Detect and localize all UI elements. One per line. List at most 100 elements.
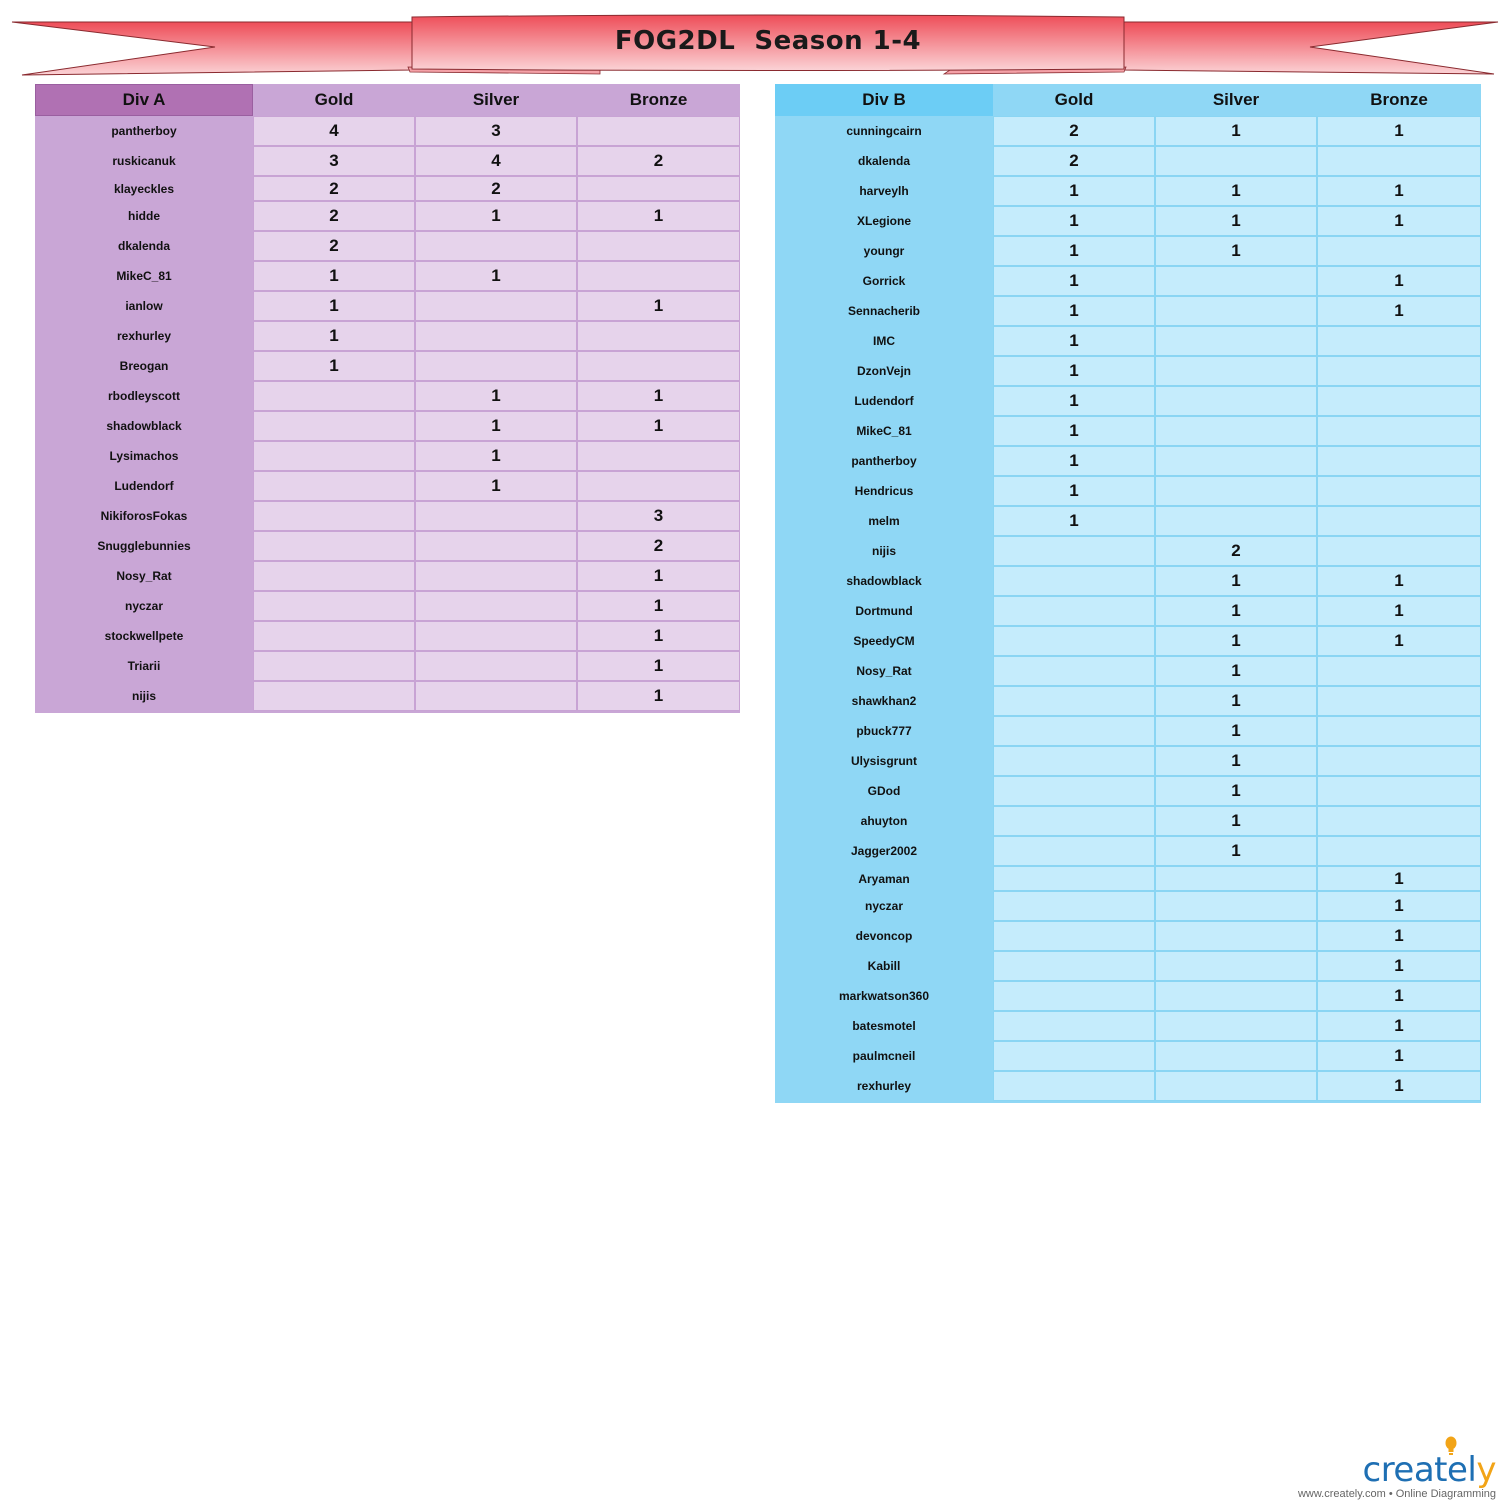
player-name-cell: MikeC_81 xyxy=(775,416,993,446)
player-name-cell: shadowblack xyxy=(35,411,253,441)
silver-count-cell xyxy=(415,501,577,531)
player-name-cell: cunningcairn xyxy=(775,116,993,146)
table-row: Ludendorf 1 xyxy=(35,471,740,501)
gold-count-cell: 1 xyxy=(993,476,1155,506)
table-row: shadowblack 1 1 xyxy=(35,411,740,441)
table-row: hidde 2 1 1 xyxy=(35,201,740,231)
gold-count-cell xyxy=(253,441,415,471)
gold-count-cell xyxy=(253,501,415,531)
table-body: cunningcairn 2 1 1 dkalenda 2 harveylh 1 1 1 XLegi… xyxy=(775,116,1481,1101)
silver-count-cell: 1 xyxy=(1155,656,1317,686)
player-name-cell: Ludendorf xyxy=(35,471,253,501)
player-name-cell: stockwellpete xyxy=(35,621,253,651)
bronze-count-cell xyxy=(577,321,740,351)
table-row: Aryaman 1 xyxy=(775,866,1481,891)
player-name-cell: Aryaman xyxy=(775,866,993,891)
bronze-count-cell xyxy=(1317,446,1481,476)
gold-count-cell xyxy=(993,776,1155,806)
gold-count-cell: 1 xyxy=(993,296,1155,326)
gold-count-cell xyxy=(253,591,415,621)
silver-count-cell xyxy=(1155,1041,1317,1071)
silver-count-cell xyxy=(415,651,577,681)
gold-count-cell xyxy=(993,806,1155,836)
gold-count-cell xyxy=(253,531,415,561)
table-header-row: Div A Gold Silver Bronze xyxy=(35,84,740,116)
bronze-count-cell: 1 xyxy=(577,651,740,681)
table-row: Breogan 1 xyxy=(35,351,740,381)
player-name-cell: Snugglebunnies xyxy=(35,531,253,561)
gold-count-cell xyxy=(993,656,1155,686)
gold-count-cell xyxy=(253,651,415,681)
bronze-count-cell: 1 xyxy=(1317,206,1481,236)
table-row: rexhurley 1 xyxy=(775,1071,1481,1101)
bronze-header: Bronze xyxy=(1317,84,1481,116)
gold-header: Gold xyxy=(253,84,415,116)
bronze-count-cell: 1 xyxy=(577,411,740,441)
player-name-cell: Jagger2002 xyxy=(775,836,993,866)
gold-count-cell xyxy=(993,1011,1155,1041)
silver-count-cell xyxy=(1155,506,1317,536)
bronze-count-cell: 1 xyxy=(1317,296,1481,326)
table-row: nijis 1 xyxy=(35,681,740,711)
gold-count-cell xyxy=(993,716,1155,746)
silver-count-cell: 1 xyxy=(1155,176,1317,206)
table-row: pantherboy 1 xyxy=(775,446,1481,476)
player-name-cell: pantherboy xyxy=(775,446,993,476)
table-row: pantherboy 4 3 xyxy=(35,116,740,146)
gold-count-cell xyxy=(253,621,415,651)
div-b-table: Div B Gold Silver Bronze cunningcairn 2 1 1… xyxy=(775,84,1481,1103)
table-row: SpeedyCM 1 1 xyxy=(775,626,1481,656)
gold-count-cell xyxy=(993,626,1155,656)
table-row: MikeC_81 1 1 xyxy=(35,261,740,291)
gold-count-cell xyxy=(253,471,415,501)
table-row: stockwellpete 1 xyxy=(35,621,740,651)
bronze-count-cell: 1 xyxy=(1317,266,1481,296)
gold-count-cell: 4 xyxy=(253,116,415,146)
bronze-count-cell xyxy=(577,231,740,261)
bronze-count-cell xyxy=(1317,506,1481,536)
silver-count-cell: 1 xyxy=(1155,626,1317,656)
table-row: dkalenda 2 xyxy=(775,146,1481,176)
player-name-cell: Lysimachos xyxy=(35,441,253,471)
silver-count-cell xyxy=(1155,326,1317,356)
table-row: MikeC_81 1 xyxy=(775,416,1481,446)
silver-count-cell: 1 xyxy=(1155,806,1317,836)
silver-count-cell: 1 xyxy=(1155,776,1317,806)
gold-count-cell: 1 xyxy=(993,266,1155,296)
page-title: FOG2DL Season 1-4 xyxy=(614,26,922,56)
silver-count-cell xyxy=(1155,1071,1317,1101)
bronze-header: Bronze xyxy=(577,84,740,116)
bronze-count-cell: 1 xyxy=(577,381,740,411)
silver-count-cell xyxy=(415,321,577,351)
player-name-cell: dkalenda xyxy=(775,146,993,176)
logo-word-accent: y xyxy=(1476,1450,1496,1490)
silver-count-cell xyxy=(1155,866,1317,891)
gold-count-cell xyxy=(993,866,1155,891)
player-name-cell: ruskicanuk xyxy=(35,146,253,176)
gold-count-cell xyxy=(253,411,415,441)
bronze-count-cell: 1 xyxy=(1317,626,1481,656)
player-name-cell: Gorrick xyxy=(775,266,993,296)
silver-count-cell xyxy=(415,591,577,621)
player-name-cell: Hendricus xyxy=(775,476,993,506)
player-name-cell: Sennacherib xyxy=(775,296,993,326)
silver-count-cell: 1 xyxy=(415,381,577,411)
division-header: Div B xyxy=(775,84,993,116)
table-row: klayeckles 2 2 xyxy=(35,176,740,201)
table-row: markwatson360 1 xyxy=(775,981,1481,1011)
gold-count-cell: 1 xyxy=(993,206,1155,236)
silver-count-cell xyxy=(1155,146,1317,176)
table-row: Jagger2002 1 xyxy=(775,836,1481,866)
bronze-count-cell xyxy=(1317,326,1481,356)
creately-logo: creately www.creately.com • Online Diagr… xyxy=(1298,1436,1496,1500)
silver-count-cell: 1 xyxy=(1155,746,1317,776)
silver-count-cell xyxy=(415,231,577,261)
table-row: devoncop 1 xyxy=(775,921,1481,951)
bronze-count-cell: 1 xyxy=(1317,921,1481,951)
gold-count-cell: 2 xyxy=(253,201,415,231)
bronze-count-cell: 1 xyxy=(1317,116,1481,146)
player-name-cell: pantherboy xyxy=(35,116,253,146)
player-name-cell: nyczar xyxy=(775,891,993,921)
player-name-cell: shawkhan2 xyxy=(775,686,993,716)
table-row: melm 1 xyxy=(775,506,1481,536)
